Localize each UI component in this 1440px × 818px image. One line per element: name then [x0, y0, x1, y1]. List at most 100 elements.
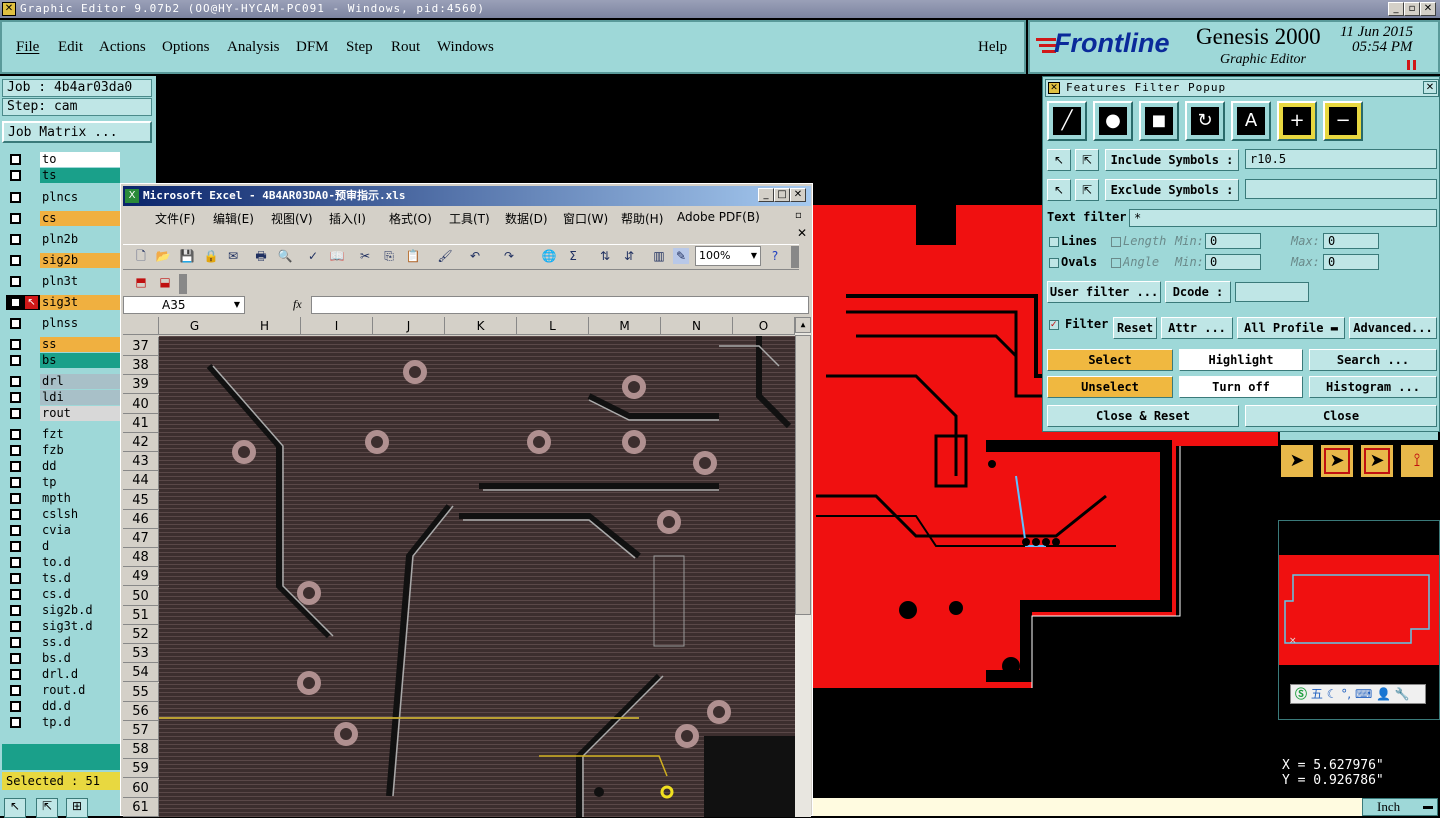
close-popup-button[interactable]: Close [1245, 405, 1437, 427]
arc-type-button[interactable]: ↻ [1185, 101, 1225, 141]
layer-row-rout-d[interactable]: rout.d [6, 683, 120, 698]
highlight-button[interactable]: Highlight [1179, 349, 1303, 371]
excel-menu-item-2[interactable]: 视图(V) [271, 210, 313, 227]
select-tool-icon[interactable]: ↖ [4, 798, 26, 818]
excel-menu-item-4[interactable]: 格式(O) [389, 210, 432, 227]
lines-checkbox[interactable] [1049, 237, 1059, 247]
column-header-N[interactable]: N [661, 317, 733, 335]
excel-menu-item-3[interactable]: 插入(I) [329, 210, 366, 227]
excel-menu-item-8[interactable]: 帮助(H) [621, 210, 663, 227]
include-arrow-left-icon[interactable]: ↖ [1047, 149, 1071, 171]
layer-checkbox[interactable] [10, 589, 21, 600]
layer-checkbox[interactable] [10, 477, 21, 488]
layer-row-drl[interactable]: drl [6, 374, 120, 389]
row-header-55[interactable]: 55 [123, 682, 159, 702]
excel-menu-item-7[interactable]: 窗口(W) [563, 210, 608, 227]
layer-row-to[interactable]: to [6, 152, 120, 167]
column-header-K[interactable]: K [445, 317, 517, 335]
row-header-53[interactable]: 53 [123, 644, 159, 664]
excel-menu-item-0[interactable]: 文件(F) [155, 210, 195, 227]
layer-row-ss-d[interactable]: ss.d [6, 635, 120, 650]
pdf-email-icon[interactable]: ⬓ [157, 274, 173, 290]
layer-checkbox[interactable] [10, 493, 21, 504]
excel-doc-restore-icon[interactable]: ▫ [795, 210, 802, 221]
layer-row-cs[interactable]: cs [6, 211, 120, 226]
angle-checkbox[interactable] [1111, 258, 1121, 268]
row-header-60[interactable]: 60 [123, 778, 159, 798]
pdf-toolbar-options-icon[interactable] [179, 274, 187, 294]
maximize-button[interactable]: ▫ [1404, 2, 1420, 16]
column-header-J[interactable]: J [373, 317, 445, 335]
layer-checkbox[interactable] [10, 170, 21, 181]
net-select-tool-icon[interactable]: ⟟ [1400, 444, 1434, 478]
text-type-button[interactable]: A [1231, 101, 1271, 141]
layer-checkbox[interactable] [10, 573, 21, 584]
scroll-up-icon[interactable]: ▲ [795, 317, 811, 333]
layer-checkbox[interactable] [10, 339, 21, 350]
exclude-symbols-input[interactable] [1245, 179, 1437, 199]
layer-checkbox[interactable] [10, 318, 21, 329]
layer-row-bs[interactable]: bs [6, 353, 120, 368]
layer-checkbox[interactable] [10, 525, 21, 536]
dcode-button[interactable]: Dcode : [1165, 281, 1231, 303]
layer-checkbox[interactable] [10, 621, 21, 632]
layer-row-ts[interactable]: ts [6, 168, 120, 183]
toolbar-options-icon[interactable] [791, 246, 799, 268]
layer-row-ss[interactable]: ss [6, 337, 120, 352]
row-header-61[interactable]: 61 [123, 797, 159, 817]
ime-toolbar[interactable]: Ⓢ 五 ☾ °, ⌨ 👤 🔧 [1290, 684, 1426, 704]
layer-row-sig3t-d[interactable]: sig3t.d [6, 619, 120, 634]
row-header-41[interactable]: 41 [123, 413, 159, 433]
open-icon[interactable]: 📂 [155, 248, 171, 264]
layer-row-drl-d[interactable]: drl.d [6, 667, 120, 682]
save-icon[interactable]: 💾 [179, 248, 195, 264]
angle-max-input[interactable]: 0 [1323, 254, 1379, 270]
layer-row-sig3t[interactable]: ↖ sig3t [6, 295, 120, 310]
row-header-38[interactable]: 38 [123, 356, 159, 376]
pointer-tool-icon[interactable]: ➤ [1280, 444, 1314, 478]
row-header-54[interactable]: 54 [123, 663, 159, 683]
redo-icon[interactable]: ↷ [501, 248, 517, 264]
layer-checkbox[interactable] [10, 669, 21, 680]
row-header-46[interactable]: 46 [123, 509, 159, 529]
layer-row-tp-d[interactable]: tp.d [6, 715, 120, 730]
menu-rout[interactable]: Rout [391, 39, 420, 56]
spelling-icon[interactable]: ✓ [305, 248, 321, 264]
close-reset-button[interactable]: Close & Reset [1047, 405, 1239, 427]
attr-button[interactable]: Attr ... [1161, 317, 1233, 339]
dcode-input[interactable] [1235, 282, 1309, 302]
layer-row-dd[interactable]: dd [6, 459, 120, 474]
layer-row-plnss[interactable]: plnss [6, 316, 120, 331]
undo-icon[interactable]: ↶ [467, 248, 483, 264]
layer-row-dd-d[interactable]: dd.d [6, 699, 120, 714]
embedded-pcb-image[interactable] [159, 336, 795, 817]
include-symbols-input[interactable]: r10.5 [1245, 149, 1437, 169]
print-icon[interactable]: 🖶 [253, 248, 269, 264]
layer-checkbox[interactable] [10, 297, 21, 308]
layer-checkbox[interactable] [10, 376, 21, 387]
include-arrow-right-icon[interactable]: ⇱ [1075, 149, 1099, 171]
line-type-button[interactable]: ╱ [1047, 101, 1087, 141]
row-header-50[interactable]: 50 [123, 586, 159, 606]
user-filter-button[interactable]: User filter ... [1047, 281, 1161, 303]
excel-menu-item-9[interactable]: Adobe PDF(B) [677, 210, 760, 224]
layer-row-ldi[interactable]: ldi [6, 390, 120, 405]
row-header-57[interactable]: 57 [123, 721, 159, 740]
hyperlink-icon[interactable]: 🌐 [541, 248, 557, 264]
angle-min-input[interactable]: 0 [1205, 254, 1261, 270]
advanced-button[interactable]: Advanced... [1349, 317, 1437, 339]
print-preview-icon[interactable]: 🔍 [277, 248, 293, 264]
research-icon[interactable]: 📖 [329, 248, 345, 264]
select-box-tool-icon[interactable]: ➤ [1320, 444, 1354, 478]
chart-wizard-icon[interactable]: ▥ [651, 248, 667, 264]
text-filter-input[interactable]: * [1129, 209, 1437, 227]
layer-checkbox[interactable] [10, 445, 21, 456]
drawing-icon[interactable]: ✎ [673, 248, 689, 264]
layer-row-tp[interactable]: tp [6, 475, 120, 490]
column-header-O[interactable]: O [733, 317, 795, 335]
layer-row-d[interactable]: d [6, 539, 120, 554]
row-header-52[interactable]: 52 [123, 625, 159, 644]
layer-row-sig2b[interactable]: sig2b [6, 253, 120, 268]
row-header-42[interactable]: 42 [123, 433, 159, 452]
menu-edit[interactable]: Edit [58, 39, 83, 56]
